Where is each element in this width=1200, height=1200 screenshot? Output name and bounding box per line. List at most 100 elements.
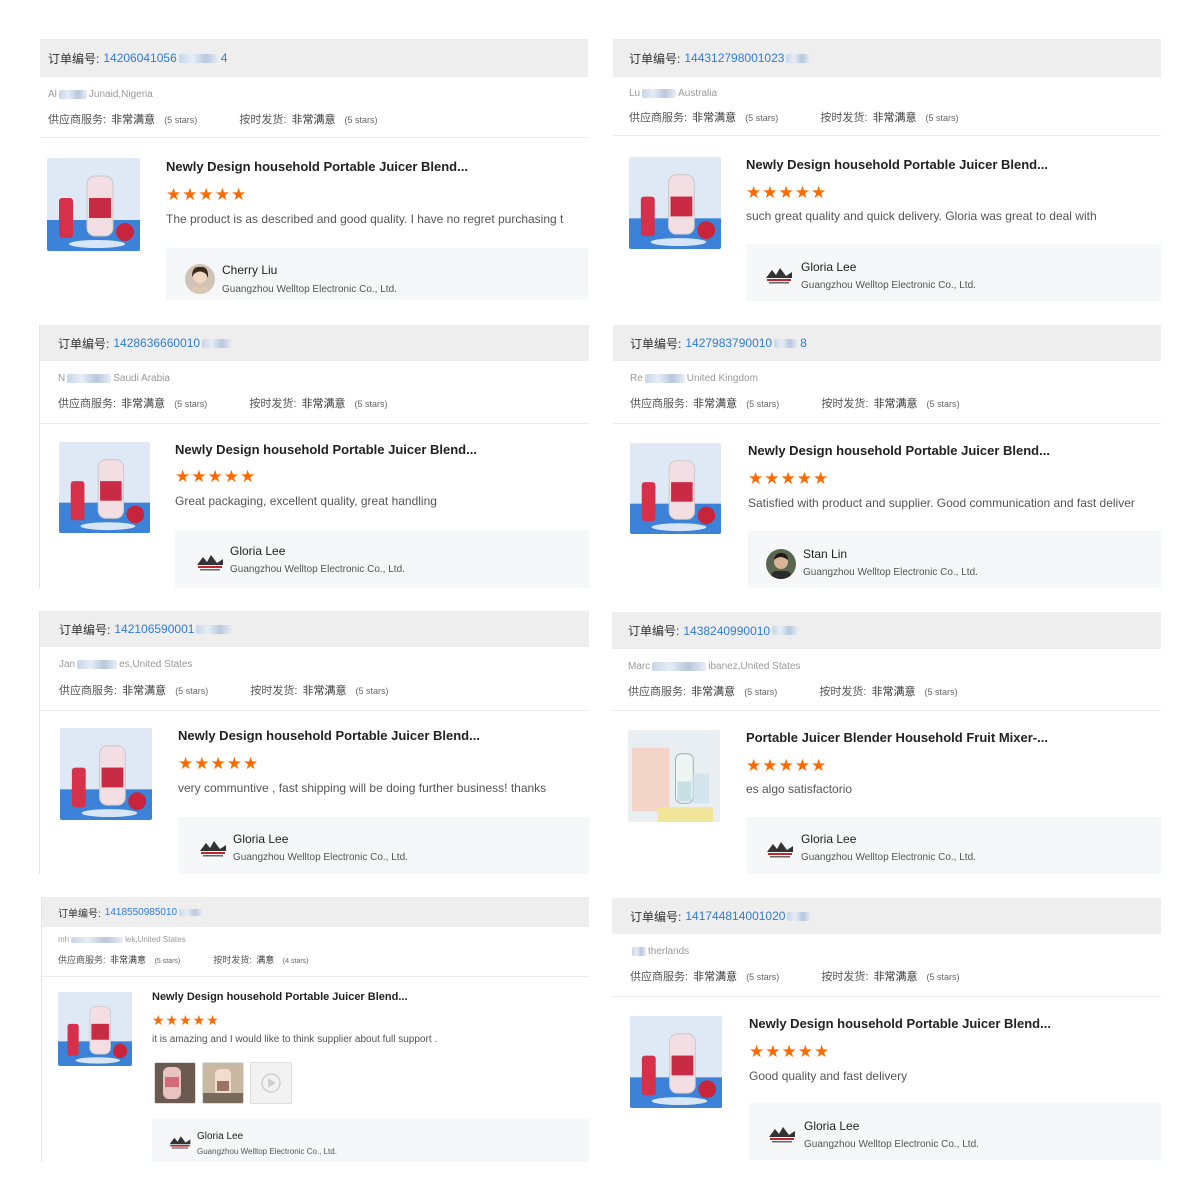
responder-company: Guangzhou Welltop Electronic Co., Ltd.: [233, 852, 408, 863]
ontime-value: 非常满意: [873, 971, 918, 983]
order-number-link[interactable]: 1427983790010: [685, 336, 772, 350]
review-photo[interactable]: [202, 1062, 244, 1104]
ontime-label: 按时发货:: [213, 955, 252, 965]
buyer-info: Al Junaid,Nigeria: [48, 89, 153, 100]
redacted-mask: [772, 626, 799, 635]
review-text: Great packaging, excellent quality, grea…: [175, 494, 437, 508]
responder-company: Guangzhou Welltop Electronic Co., Ltd.: [222, 284, 397, 295]
supplier-service-label: 供应商服务:: [630, 398, 689, 410]
supplier-ratings: 供应商服务: 非常满意 (5 stars) 按时发货: 非常满意 (5 star…: [59, 682, 389, 698]
product-thumbnail[interactable]: [630, 443, 721, 534]
ontime-value: 非常满意: [301, 398, 346, 410]
ontime-value: 非常满意: [302, 685, 347, 697]
product-title-link[interactable]: Newly Design household Portable Juicer B…: [746, 157, 1048, 172]
product-title-link[interactable]: Newly Design household Portable Juicer B…: [748, 443, 1050, 458]
order-number-link[interactable]: 142106590001: [114, 622, 194, 636]
supplier-service-stars: (5 stars): [175, 686, 209, 696]
responder-company: Guangzhou Welltop Electronic Co., Ltd.: [197, 1147, 337, 1156]
responder-name: Gloria Lee: [233, 832, 289, 846]
buyer-location: es,United States: [119, 659, 193, 670]
redacted-mask: [71, 936, 124, 943]
order-number-link[interactable]: 141744814001020: [685, 909, 785, 923]
redacted-mask: [774, 338, 799, 348]
supplier-service-stars: (5 stars): [154, 958, 181, 965]
ontime-stars: (5 stars): [355, 686, 389, 696]
product-thumbnail[interactable]: [628, 730, 720, 822]
supplier-service-value: 非常满意: [693, 398, 738, 410]
buyer-info: Jan es,United States: [59, 659, 193, 670]
buyer-location: United Kingdom: [686, 373, 758, 384]
redacted-mask: [178, 53, 219, 63]
ontime-value: 非常满意: [871, 686, 916, 698]
product-title-link[interactable]: Newly Design household Portable Juicer B…: [749, 1016, 1051, 1031]
responder-name: Stan Lin: [803, 547, 848, 561]
buyer-name: Jan: [59, 659, 76, 670]
ontime-value: 非常满意: [291, 114, 336, 126]
supplier-reply-box: Gloria Lee Guangzhou Welltop Electronic …: [749, 1103, 1161, 1160]
buyer-info: Marc ibanez,United States: [628, 661, 801, 672]
product-thumbnail[interactable]: [630, 1016, 722, 1108]
order-number-link[interactable]: 1428636660010: [113, 336, 200, 350]
product-thumbnail[interactable]: [59, 442, 150, 533]
order-number-link[interactable]: 1418550985010: [105, 907, 177, 918]
supplier-ratings: 供应商服务: 非常满意 (5 stars) 按时发货: 非常满意 (5 star…: [630, 395, 960, 411]
buyer-location: Australia: [678, 88, 718, 99]
product-title-link[interactable]: Newly Design household Portable Juicer B…: [152, 991, 408, 1003]
ontime-label: 按时发货:: [249, 398, 297, 410]
company-logo: [195, 551, 225, 573]
juicer-image: [58, 992, 132, 1066]
supplier-reply-box: Stan Lin Guangzhou Welltop Electronic Co…: [748, 531, 1161, 588]
supplier-service-value: 非常满意: [693, 971, 738, 983]
redacted-mask: [787, 911, 812, 921]
product-thumbnail[interactable]: [58, 992, 132, 1066]
product-title-link[interactable]: Portable Juicer Blender Household Fruit …: [746, 730, 1048, 745]
supplier-service-label: 供应商服务:: [630, 971, 689, 983]
product-thumbnail[interactable]: [47, 158, 140, 251]
review-card: 订单编号: 1427983790010 8 Re United Kingdom 供…: [613, 325, 1161, 588]
order-number-link[interactable]: 144312798001023: [684, 51, 784, 65]
buyer-name: Re: [630, 373, 643, 384]
juicer-image: [629, 157, 721, 249]
responder-company: Guangzhou Welltop Electronic Co., Ltd.: [801, 280, 976, 291]
order-number-link[interactable]: 1438240990010: [683, 624, 770, 638]
product-title-link[interactable]: Newly Design household Portable Juicer B…: [178, 728, 480, 743]
order-number-link[interactable]: 14206041056: [103, 51, 176, 65]
buyer-info: Re United Kingdom: [630, 373, 758, 384]
supplier-service-label: 供应商服务:: [58, 955, 106, 965]
juicer-image: [47, 158, 140, 251]
supplier-service-label: 供应商服务:: [58, 398, 117, 410]
supplier-service-stars: (5 stars): [744, 687, 778, 697]
buyer-name: Al: [48, 89, 57, 100]
order-label: 订单编号:: [628, 624, 680, 638]
supplier-service-label: 供应商服务:: [48, 114, 107, 126]
review-card: 订单编号: 142106590001 Jan es,United States 供…: [39, 611, 589, 874]
order-header: 订单编号: 144312798001023: [613, 39, 1161, 77]
supplier-ratings: 供应商服务: 非常满意 (5 stars) 按时发货: 非常满意 (5 star…: [629, 109, 959, 125]
order-number-suffix[interactable]: 4: [221, 51, 228, 65]
review-text: such great quality and quick delivery. G…: [746, 209, 1097, 223]
product-title-link[interactable]: Newly Design household Portable Juicer B…: [175, 442, 477, 457]
supplier-service-stars: (5 stars): [746, 972, 780, 982]
ontime-value: 满意: [256, 955, 275, 965]
review-video[interactable]: [250, 1062, 292, 1104]
supplier-ratings: 供应商服务: 非常满意 (5 stars) 按时发货: 非常满意 (5 star…: [58, 395, 388, 411]
review-card: 订单编号: 141744814001020 therlands 供应商服务: 非…: [612, 898, 1161, 1160]
ontime-label: 按时发货:: [821, 971, 869, 983]
review-card: 订单编号: 144312798001023 Lu Australia 供应商服务:…: [613, 39, 1161, 301]
rating-stars: ★★★★★: [175, 467, 257, 486]
review-text: very communtive , fast shipping will be …: [178, 781, 547, 795]
product-thumbnail[interactable]: [629, 157, 721, 249]
buyer-name: mh: [58, 935, 70, 944]
supplier-reply-box: Gloria Lee Guangzhou Welltop Electronic …: [178, 817, 589, 874]
redacted-mask: [644, 373, 685, 383]
product-title-link[interactable]: Newly Design household Portable Juicer B…: [166, 159, 468, 174]
order-label: 订单编号:: [630, 336, 682, 351]
product-thumbnail[interactable]: [60, 728, 152, 820]
buyer-name: Lu: [629, 88, 641, 99]
supplier-reply-box: Gloria Lee Guangzhou Welltop Electronic …: [175, 530, 589, 588]
order-number-suffix[interactable]: 8: [800, 336, 807, 350]
juicer-image: [630, 443, 721, 534]
review-photo[interactable]: [154, 1062, 196, 1104]
divider: [40, 423, 589, 424]
ontime-stars: (5 stars): [926, 972, 960, 982]
